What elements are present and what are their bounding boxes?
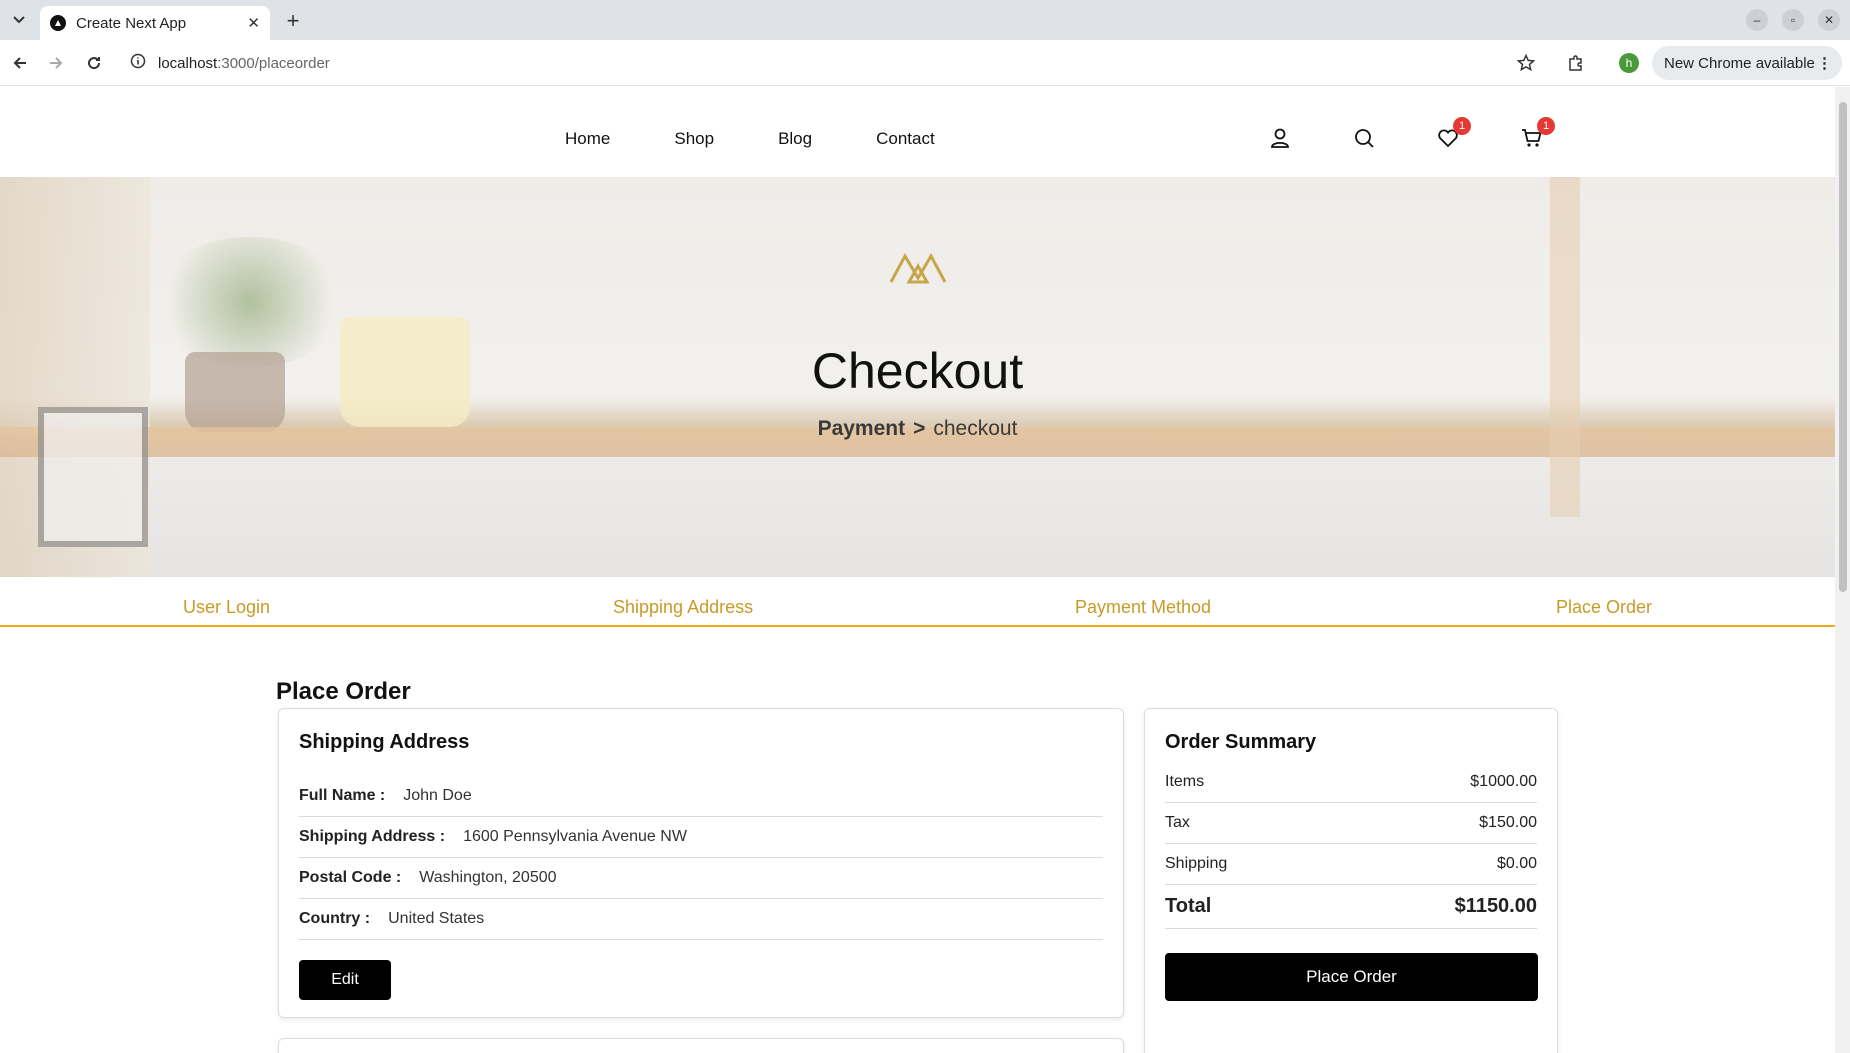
browser-tabstrip: Create Next App ✕ + – ▫ ✕	[0, 0, 1850, 40]
summary-value: $0.00	[1496, 855, 1537, 872]
site-info-icon[interactable]	[130, 53, 146, 74]
step-shipping-address[interactable]: Shipping Address	[613, 597, 753, 618]
tab-search-icon[interactable]	[6, 8, 32, 32]
window-close-icon[interactable]: ✕	[1818, 9, 1840, 31]
total-value: $1150.00	[1454, 895, 1537, 917]
summary-label: Tax	[1165, 814, 1190, 831]
browser-toolbar: localhost:3000/placeorder h New Chrome a…	[0, 40, 1850, 86]
summary-row-shipping: Shipping $0.00	[1165, 844, 1537, 885]
nav-link-blog[interactable]: Blog	[778, 129, 812, 149]
new-tab-icon[interactable]: +	[280, 8, 306, 34]
step-user-login[interactable]: User Login	[183, 597, 270, 618]
nav-link-shop[interactable]: Shop	[674, 129, 714, 149]
page-viewport: Home Shop Blog Contact 1 1 Checkout Paym…	[0, 87, 1835, 1053]
step-payment-method[interactable]: Payment Method	[1075, 597, 1211, 618]
restore-icon[interactable]: ▫	[1782, 9, 1804, 31]
breadcrumb-separator: >	[913, 417, 926, 440]
reload-icon[interactable]	[82, 51, 106, 75]
brand-logo-icon	[887, 252, 949, 291]
field-label: Postal Code :	[299, 869, 402, 886]
field-value: 1600 Pennsylvania Avenue NW	[463, 828, 687, 845]
url-path: :3000/placeorder	[217, 54, 330, 72]
more-menu-icon[interactable]: ⋮	[1817, 54, 1832, 72]
shipping-row-country: Country : United States	[299, 899, 1103, 940]
summary-label: Shipping	[1165, 855, 1228, 872]
scrollbar-thumb[interactable]	[1839, 102, 1847, 592]
shipping-row-address: Shipping Address : 1600 Pennsylvania Ave…	[299, 817, 1103, 858]
order-summary-title: Order Summary	[1165, 731, 1317, 753]
nextjs-favicon-icon	[50, 15, 66, 31]
user-icon[interactable]	[1267, 125, 1293, 151]
browser-tab[interactable]: Create Next App ✕	[40, 6, 270, 40]
minimize-icon[interactable]: –	[1746, 9, 1768, 31]
bookmark-star-icon[interactable]	[1514, 51, 1538, 75]
main-nav: Home Shop Blog Contact	[565, 129, 935, 149]
order-items-card	[278, 1038, 1124, 1053]
nav-link-home[interactable]: Home	[565, 129, 610, 149]
place-order-button[interactable]: Place Order	[1165, 953, 1538, 1001]
site-header: Home Shop Blog Contact 1 1	[0, 87, 1835, 177]
forward-icon[interactable]	[44, 51, 68, 75]
tab-title: Create Next App	[76, 14, 187, 32]
summary-value: $150.00	[1479, 814, 1537, 831]
checkout-hero-banner: Checkout Payment > checkout	[0, 177, 1835, 577]
shipping-address-card: Shipping Address Full Name : John Doe Sh…	[278, 708, 1124, 1018]
summary-row-total: Total $1150.00	[1165, 885, 1537, 929]
field-label: Shipping Address :	[299, 828, 446, 845]
field-value: Washington, 20500	[419, 869, 557, 886]
cart-count-badge: 1	[1537, 117, 1555, 135]
checkout-steps: User Login Shipping Address Payment Meth…	[0, 597, 1835, 627]
summary-row-tax: Tax $150.00	[1165, 803, 1537, 844]
profile-avatar[interactable]: h	[1619, 53, 1639, 73]
back-icon[interactable]	[8, 51, 32, 75]
nav-link-contact[interactable]: Contact	[876, 129, 935, 149]
section-heading: Place Order	[276, 678, 411, 705]
extensions-puzzle-icon[interactable]	[1564, 51, 1588, 75]
breadcrumb-parent[interactable]: Payment	[818, 417, 906, 440]
field-label: Country :	[299, 910, 371, 927]
close-icon[interactable]: ✕	[247, 14, 260, 32]
chrome-update-button[interactable]: New Chrome available ⋮	[1652, 46, 1842, 80]
shipping-card-title: Shipping Address	[299, 731, 470, 753]
summary-row-items: Items $1000.00	[1165, 762, 1537, 803]
shipping-row-full-name: Full Name : John Doe	[299, 776, 1103, 817]
field-label: Full Name :	[299, 787, 386, 804]
search-icon[interactable]	[1351, 125, 1377, 151]
wishlist-heart-icon[interactable]: 1	[1435, 117, 1471, 151]
step-place-order[interactable]: Place Order	[1556, 597, 1652, 618]
breadcrumb-current: checkout	[933, 417, 1018, 440]
shipping-row-postal-code: Postal Code : Washington, 20500	[299, 858, 1103, 899]
page-title: Checkout	[811, 343, 1024, 399]
cart-icon[interactable]: 1	[1519, 117, 1555, 151]
field-value: United States	[388, 910, 485, 927]
chrome-update-label: New Chrome available	[1664, 54, 1815, 72]
summary-label: Items	[1165, 773, 1205, 790]
order-summary-card: Order Summary Items $1000.00 Tax $150.00…	[1144, 708, 1558, 1053]
url-host: localhost	[158, 54, 218, 72]
field-value: John Doe	[403, 787, 472, 804]
breadcrumb: Payment > checkout	[0, 417, 1835, 441]
address-bar[interactable]: localhost:3000/placeorder	[122, 46, 1522, 80]
total-label: Total	[1165, 895, 1212, 917]
wishlist-count-badge: 1	[1453, 117, 1471, 135]
summary-value: $1000.00	[1470, 773, 1537, 790]
edit-shipping-button[interactable]: Edit	[299, 960, 391, 1000]
